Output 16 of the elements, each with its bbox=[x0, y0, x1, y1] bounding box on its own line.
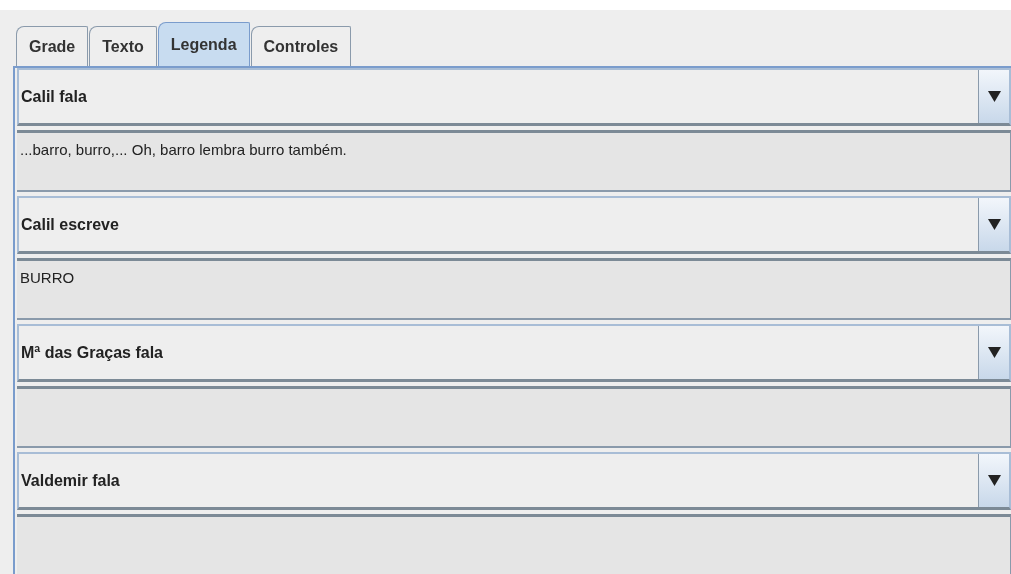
caret-icon bbox=[987, 475, 1001, 486]
caret-icon bbox=[987, 347, 1001, 358]
caption-field[interactable] bbox=[17, 386, 1011, 448]
tab[interactable]: Grade bbox=[16, 26, 89, 66]
dropdown-button[interactable] bbox=[979, 70, 1009, 123]
caption-field[interactable] bbox=[17, 514, 1011, 574]
tab[interactable]: Texto bbox=[89, 26, 157, 66]
tab[interactable]: Legenda bbox=[157, 22, 250, 66]
dropdown-button[interactable] bbox=[979, 326, 1009, 379]
dropdown-button[interactable] bbox=[979, 198, 1009, 251]
dropdown-button[interactable] bbox=[979, 454, 1009, 507]
caption-field[interactable]: BURRO bbox=[17, 258, 1011, 320]
caret-icon bbox=[987, 219, 1001, 230]
caption-field[interactable]: ...barro, burro,... Oh, barro lembra burro também. bbox=[17, 130, 1011, 192]
tab[interactable]: Controles bbox=[250, 26, 352, 66]
caret-icon bbox=[987, 91, 1001, 102]
